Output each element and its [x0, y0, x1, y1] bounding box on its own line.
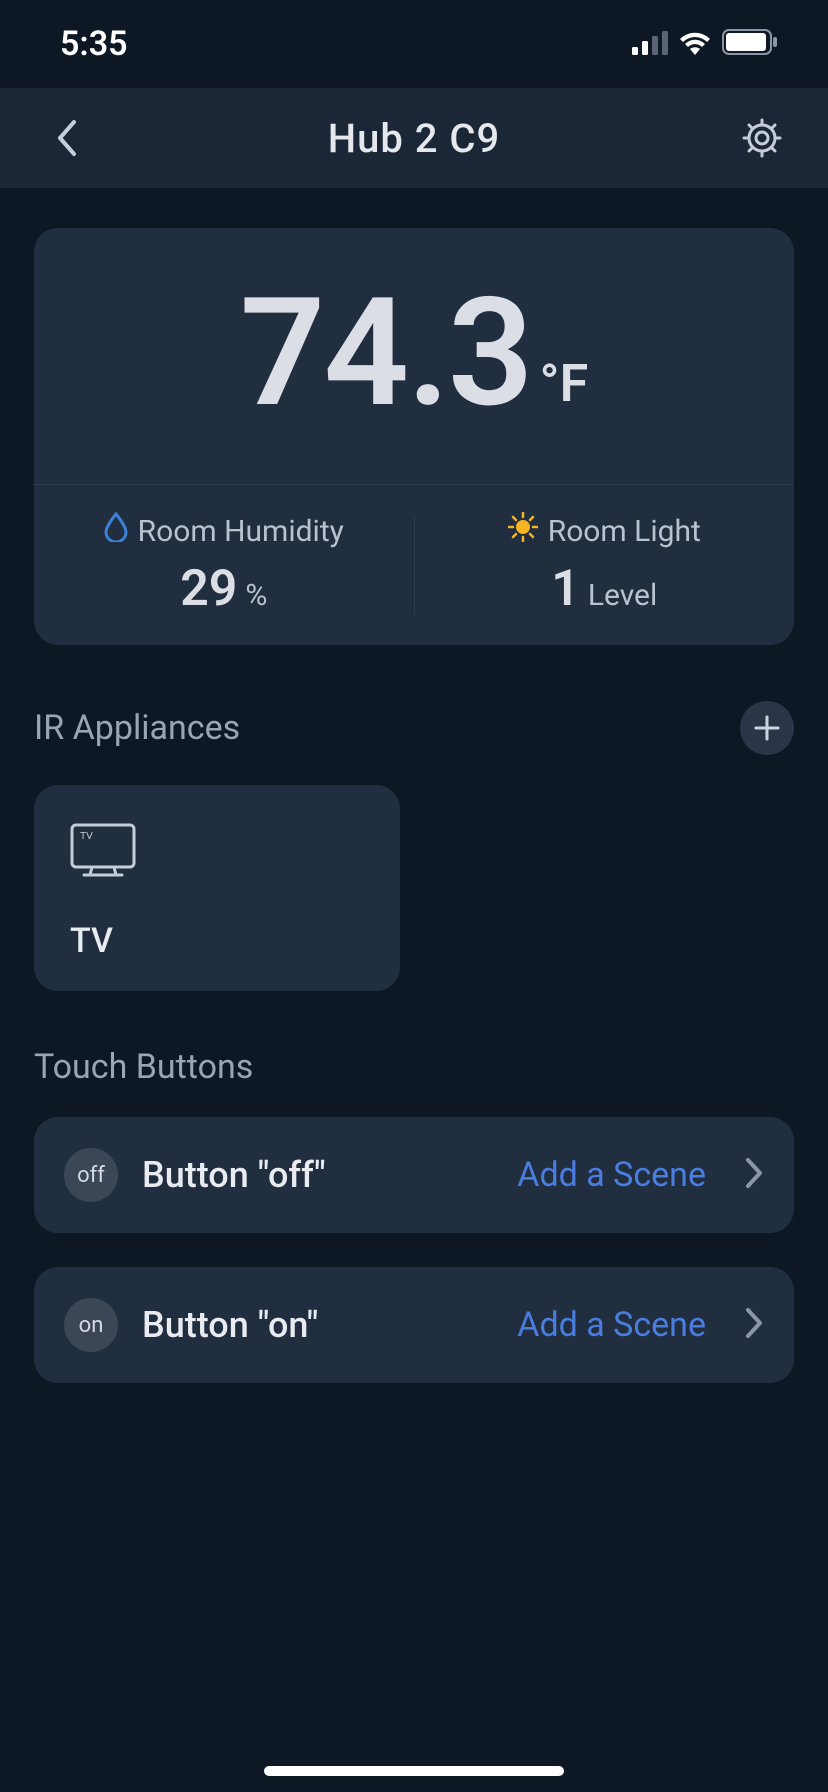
status-indicators — [632, 24, 778, 64]
sun-icon — [508, 512, 538, 550]
appliance-name: TV — [70, 921, 364, 961]
light-value: 1 — [551, 560, 580, 618]
nav-bar: Hub 2 C9 — [0, 88, 828, 188]
touch-button-on-row[interactable]: on Button "on" Add a Scene — [34, 1267, 794, 1383]
gear-icon — [741, 117, 783, 159]
status-bar: 5:35 — [0, 0, 828, 88]
back-button[interactable] — [36, 108, 96, 168]
temperature-unit: °F — [540, 353, 589, 414]
battery-icon — [722, 24, 778, 64]
state-pill-on: on — [64, 1298, 118, 1352]
light-label: Room Light — [548, 514, 701, 549]
add-scene-link[interactable]: Add a Scene — [517, 1305, 706, 1345]
metrics-row: Room Humidity 29 % — [34, 485, 794, 645]
touch-button-off-row[interactable]: off Button "off" Add a Scene — [34, 1117, 794, 1233]
temperature-display: 74.3 °F — [34, 228, 794, 484]
wifi-icon — [678, 24, 712, 64]
appliance-tile-tv[interactable]: TV TV — [34, 785, 400, 991]
home-indicator[interactable] — [264, 1766, 564, 1776]
ir-section-header: IR Appliances — [34, 701, 794, 755]
page-title: Hub 2 C9 — [328, 115, 501, 162]
humidity-metric: Room Humidity 29 % — [34, 485, 414, 645]
touch-section-header: Touch Buttons — [34, 1047, 794, 1087]
humidity-label: Room Humidity — [138, 514, 344, 549]
add-appliance-button[interactable] — [740, 701, 794, 755]
chevron-right-icon — [744, 1306, 764, 1344]
add-scene-link[interactable]: Add a Scene — [517, 1155, 706, 1195]
touch-button-label: Button "on" — [142, 1304, 493, 1346]
status-time: 5:35 — [60, 24, 128, 64]
climate-card[interactable]: 74.3 °F Room Humidity 29 % — [34, 228, 794, 645]
content: 74.3 °F Room Humidity 29 % — [0, 188, 828, 1383]
chevron-left-icon — [54, 118, 78, 158]
temperature-value: 74.3 — [240, 278, 532, 428]
touch-button-label: Button "off" — [142, 1154, 493, 1196]
settings-button[interactable] — [732, 108, 792, 168]
plus-icon — [753, 714, 781, 742]
svg-text:TV: TV — [80, 831, 93, 842]
tv-icon: TV — [70, 823, 364, 881]
cellular-icon — [632, 24, 668, 64]
humidity-value: 29 — [180, 560, 237, 618]
light-unit: Level — [588, 578, 657, 613]
chevron-right-icon — [744, 1156, 764, 1194]
humidity-icon — [104, 512, 128, 550]
state-pill-off: off — [64, 1148, 118, 1202]
light-metric: Room Light 1 Level — [415, 485, 795, 645]
humidity-unit: % — [245, 578, 267, 613]
section-title-touch: Touch Buttons — [34, 1047, 253, 1087]
section-title-ir: IR Appliances — [34, 708, 240, 748]
